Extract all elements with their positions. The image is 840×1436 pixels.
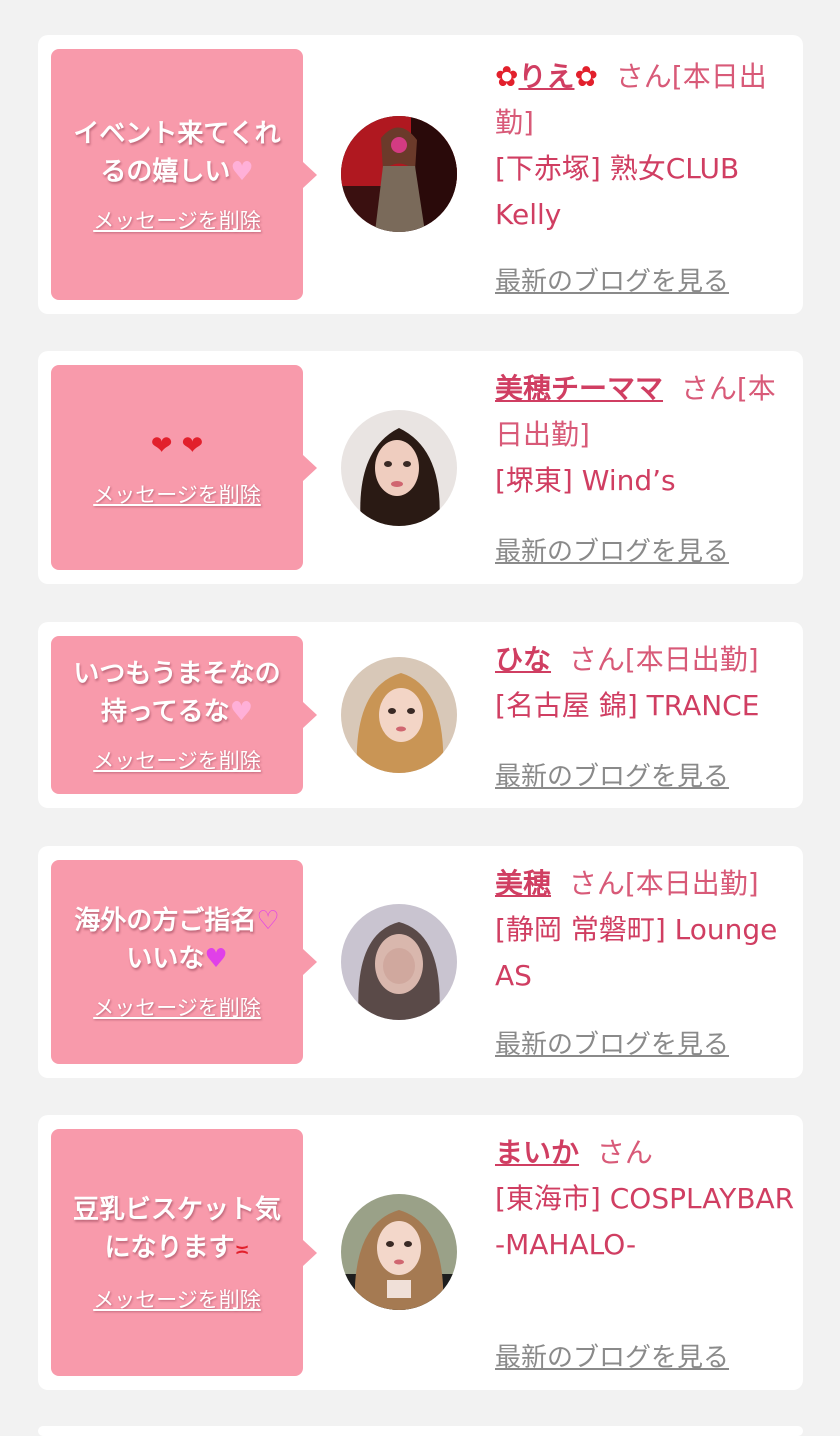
message-bubble: いつもうまそなの 持ってるな♥ メッセージを削除 [51,636,317,794]
cast-name-link[interactable]: 美穂 [495,867,551,900]
latest-blog-link[interactable]: 最新のブログを見る [495,531,729,568]
shop-name: [下赤塚] 熟女CLUB Kelly [495,152,740,231]
cast-name-link[interactable]: りえ [518,60,574,93]
message-card: 海外の方ご指名♡ いいな♥ メッセージを削除 美穂 さん[本日出勤] [静岡 常… [38,846,803,1078]
avatar[interactable] [341,657,457,773]
cast-info: まいか さん [東海市] COSPLAYBAR -MAHALO- [495,1130,795,1268]
latest-blog-link[interactable]: 最新のブログを見る [495,1337,729,1374]
shop-name: [東海市] COSPLAYBAR -MAHALO- [495,1182,795,1261]
message-line: いつもうまそなの [73,659,281,689]
delete-message-link[interactable]: メッセージを削除 [93,992,261,1022]
message-bubble: 豆乳ビスケット気 になります≍ メッセージを削除 [51,1129,317,1376]
message-card-partial [38,1426,803,1436]
message-line: 海外の方ご指名 [74,906,257,936]
cast-name-link[interactable]: 美穂チーママ [495,372,663,405]
cast-info: 美穂 さん[本日出勤] [静岡 常磐町] Lounge AS [495,861,795,999]
rose-icon: ✿ [574,60,598,93]
message-line: るの嬉しい [100,156,231,187]
message-bubble: イベント来てくれ るの嬉しい♥ メッセージを削除 [51,49,317,300]
avatar[interactable] [341,116,457,232]
message-line: いいな [126,944,205,974]
pink-heart-icon: ♥ [229,697,253,727]
cast-info: ✿りえ✿ さん[本日出勤] [下赤塚] 熟女CLUB Kelly [495,54,795,238]
delete-message-link[interactable]: メッセージを削除 [93,1284,261,1314]
sparkling-heart-icon: ♥ [204,944,228,974]
shop-name: [堺東] Wind’s [495,464,676,497]
message-line: 持ってるな [100,697,230,727]
cast-status: さん[本日出勤] [568,867,759,900]
message-bubble: ❤ ❤ メッセージを削除 [51,365,317,570]
message-line: 豆乳ビスケット気 [72,1195,281,1225]
rose-icon: ✿ [495,60,519,93]
shop-name: [静岡 常磐町] Lounge AS [495,913,778,992]
message-card: イベント来てくれ るの嬉しい♥ メッセージを削除 ✿りえ✿ さん[本日出勤] [… [38,35,803,314]
message-line: になります [104,1233,235,1263]
avatar[interactable] [341,904,457,1020]
pink-heart-icon: ♥ [230,156,254,187]
latest-blog-link[interactable]: 最新のブログを見る [495,756,729,793]
shop-name: [名古屋 錦] TRANCE [495,689,760,722]
message-text: イベント来てくれ るの嬉しい♥ [73,115,280,191]
message-bubble: 海外の方ご指名♡ いいな♥ メッセージを削除 [51,860,317,1064]
message-card: いつもうまそなの 持ってるな♥ メッセージを削除 ひな さん[本日出勤] [名古… [38,622,803,808]
heart-eyes-icon: ♡ [256,906,280,936]
beating-heart-icon: ❤ ❤ [150,430,204,461]
avatar[interactable] [341,410,457,526]
latest-blog-link[interactable]: 最新のブログを見る [495,1024,729,1061]
cast-info: 美穂チーママ さん[本日出勤] [堺東] Wind’s [495,366,795,504]
cast-status: さん[本日出勤] [568,643,759,676]
message-card: ❤ ❤ メッセージを削除 美穂チーママ さん[本日出勤] [堺東] Wind’s… [38,351,803,584]
cast-name-link[interactable]: まいか [495,1136,579,1169]
confounded-face-icon: ≍ [234,1240,250,1261]
delete-message-link[interactable]: メッセージを削除 [93,205,261,235]
message-text: 海外の方ご指名♡ いいな♥ [74,902,279,978]
latest-blog-link[interactable]: 最新のブログを見る [495,261,729,298]
delete-message-link[interactable]: メッセージを削除 [93,479,261,509]
avatar[interactable] [341,1194,457,1310]
cast-status: さん [596,1136,653,1169]
message-card: 豆乳ビスケット気 になります≍ メッセージを削除 まいか さん [東海市] CO… [38,1115,803,1390]
cast-name-link[interactable]: ひな [495,643,551,676]
delete-message-link[interactable]: メッセージを削除 [93,745,261,775]
message-line: イベント来てくれ [73,118,281,149]
message-text: ❤ ❤ [151,427,204,465]
cast-info: ひな さん[本日出勤] [名古屋 錦] TRANCE [495,637,795,729]
message-text: いつもうまそなの 持ってるな♥ [73,655,280,731]
message-text: 豆乳ビスケット気 になります≍ [73,1191,281,1270]
